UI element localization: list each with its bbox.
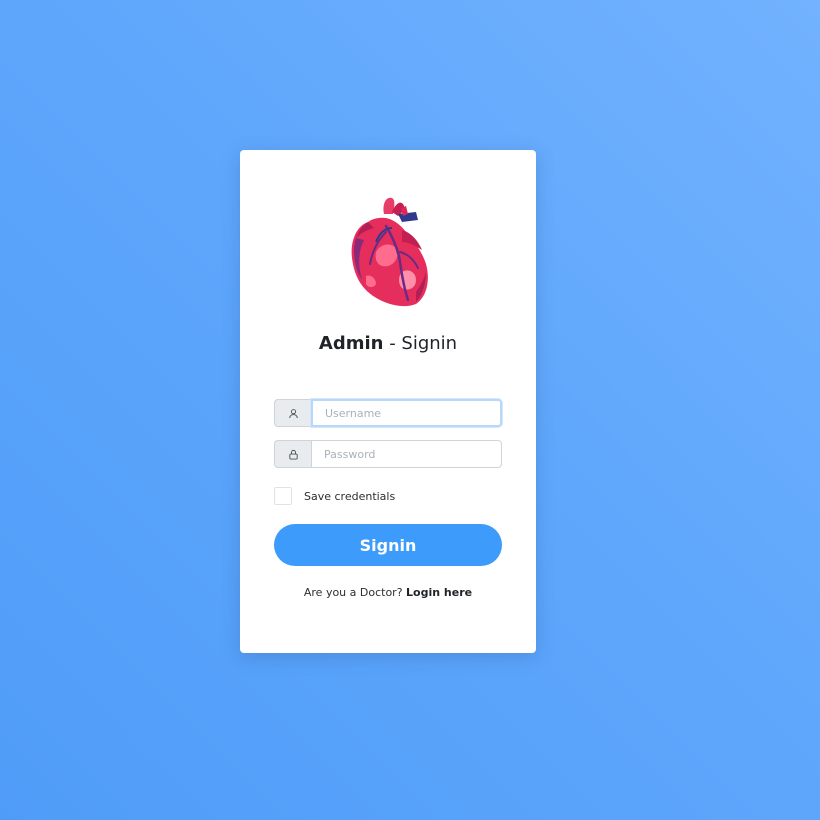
password-addon xyxy=(274,440,311,468)
doctor-login-prompt: Are you a Doctor? Login here xyxy=(240,586,536,599)
password-group xyxy=(274,440,502,468)
username-input[interactable] xyxy=(311,399,502,427)
username-group xyxy=(274,399,502,427)
save-credentials-label[interactable]: Save credentials xyxy=(304,490,395,503)
user-icon xyxy=(288,408,298,418)
save-credentials-checkbox[interactable] xyxy=(274,487,292,505)
page-title: Admin - Signin xyxy=(240,333,536,354)
title-separator: - xyxy=(383,333,402,354)
save-credentials-row: Save credentials xyxy=(274,487,395,505)
login-card: Admin - Signin Save credentials Signin A… xyxy=(240,150,536,653)
lock-icon xyxy=(288,449,298,460)
heart-logo xyxy=(351,197,428,307)
password-input[interactable] xyxy=(311,440,502,468)
title-role: Admin xyxy=(318,333,384,354)
title-action: Signin xyxy=(401,333,458,354)
signin-button[interactable]: Signin xyxy=(274,524,502,566)
username-addon xyxy=(274,399,311,427)
doctor-login-link[interactable]: Login here xyxy=(406,586,472,599)
doctor-login-text: Are you a Doctor? xyxy=(303,586,407,599)
